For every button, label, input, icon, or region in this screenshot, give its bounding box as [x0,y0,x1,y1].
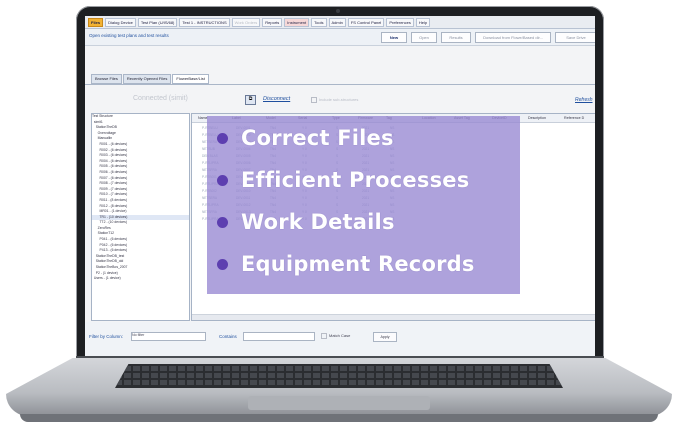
feature-item: Work Details [217,210,395,234]
checkbox-icon[interactable] [321,333,327,339]
feature-label: Correct Files [241,126,394,150]
contains-label: Contains [219,334,237,339]
laptop-lid: Files Dialog Device Test Plan (U/IS/68) Tes… [76,6,604,376]
include-substructures-label: Include sub-structures [319,97,359,103]
feature-item: Efficient Processes [217,168,469,192]
disconnect-link[interactable]: Disconnect [263,96,290,102]
connection-bar: Connected (simit) ⧉ Disconnect Include s… [85,86,595,108]
tab-recent-files[interactable]: Recently Opened Files [122,74,172,84]
match-case-label: Match Case [329,333,351,339]
menu-item[interactable]: Dialog Device [105,17,136,27]
refresh-link[interactable]: Refresh [575,97,593,103]
webcam-icon [336,9,340,13]
match-case-option[interactable]: Match Case [321,333,350,339]
key-row [115,380,563,385]
menu-item[interactable]: FS Control Panel [347,17,385,27]
column-header[interactable]: Description [528,116,546,120]
include-substructures-option[interactable]: Include sub-structures [311,97,358,103]
results-button[interactable]: Results [441,32,471,43]
menu-item[interactable]: Tools [311,17,327,27]
feature-item: Equipment Records [217,252,475,276]
menu-item[interactable]: Instrument [284,17,310,27]
feature-label: Efficient Processes [241,168,470,192]
file-tabs: Browse Files Recently Opened Files Flowe… [85,74,595,85]
tab-browse-files[interactable]: Browse Files [91,74,122,84]
feature-item: Correct Files [217,126,394,150]
database-icon[interactable]: ⧉ [245,95,256,105]
toolbar: Open existing test plans and test result… [85,29,595,46]
key-row [115,366,563,371]
open-button[interactable]: Open [411,32,437,43]
menu-item[interactable]: Help [415,17,431,27]
laptop-trackpad [248,396,430,410]
menu-item[interactable]: Test 1 - INSTRUCTIONS [179,17,230,27]
menu-item[interactable]: Reports [262,17,283,27]
laptop-foot [20,414,658,422]
filter-column-select[interactable]: No filter [131,332,206,341]
save-drive-button[interactable]: Save Drive [555,32,595,43]
contains-input[interactable] [243,332,315,341]
connection-status: Connected (simit) [133,95,188,102]
tree-node[interactable]: Users - (1 device) [92,276,189,282]
new-button[interactable]: New [381,32,407,43]
menu-item[interactable]: Preferences [386,17,414,27]
menu-bar: Files Dialog Device Test Plan (U/IS/68) Tes… [85,16,595,29]
feature-overlay: Correct Files Efficient Processes Work D… [207,116,520,294]
apply-filter-button[interactable]: Apply [373,332,397,342]
toolbar-hint: Open existing test plans and test result… [89,33,169,38]
laptop-screen: Files Dialog Device Test Plan (U/IS/68) Tes… [85,16,595,360]
bullet-dot-icon [217,258,228,270]
download-button[interactable]: Download from Flowe/Based dir... [475,32,551,43]
bullet-dot-icon [217,132,228,144]
bullet-dot-icon [217,174,228,186]
key-row [115,373,563,378]
checkbox-icon[interactable] [311,97,317,103]
feature-label: Equipment Records [241,252,475,276]
horizontal-scrollbar[interactable] [192,314,595,320]
menu-item[interactable]: Files [88,17,104,27]
feature-label: Work Details [241,210,395,234]
tab-flowerbase-list[interactable]: FlowerBase/List [172,74,209,84]
filter-by-column-label: Filter by Column: [89,334,124,339]
laptop-keyboard [115,364,563,388]
filter-bar: Filter by Column: No filter Contains Mat… [85,322,595,360]
column-header[interactable]: Reference D [564,116,584,120]
bullet-dot-icon [217,216,228,228]
menu-item[interactable]: Admin [328,17,346,27]
menu-item[interactable]: Work Orders [231,17,261,27]
structure-tree[interactable]: Test Structure simit1 StationTheDB Overv… [91,113,190,321]
menu-item[interactable]: Test Plan (U/IS/68) [137,17,178,27]
